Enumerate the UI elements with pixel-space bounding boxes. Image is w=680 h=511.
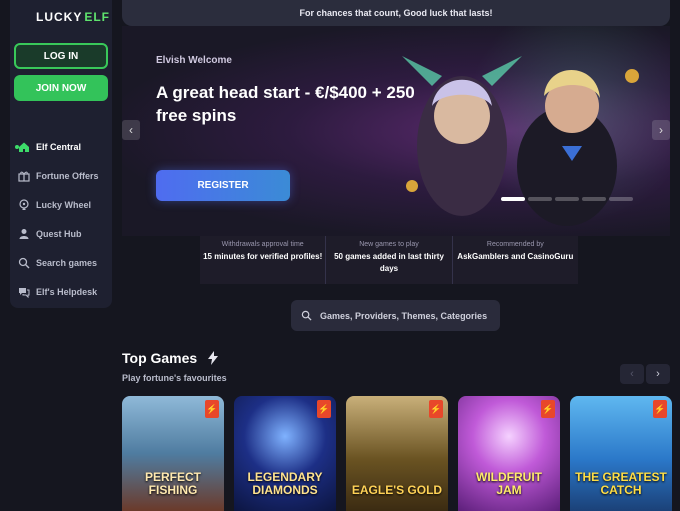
join-now-button[interactable]: JOIN NOW xyxy=(14,75,108,101)
hero-dot-1[interactable] xyxy=(501,197,525,201)
sidebar-item-label: Elf Central xyxy=(36,141,82,152)
hot-badge-icon: ⚡ xyxy=(205,400,219,418)
hero-banner[interactable]: Elvish Welcome A great head start - €/$4… xyxy=(122,26,670,236)
game-tile[interactable]: ⚡ WILDFRUIT JAM xyxy=(458,396,560,511)
hero-dot-4[interactable] xyxy=(582,197,606,201)
stat-withdrawals: Withdrawals approval time 15 minutes for… xyxy=(200,236,325,284)
sidebar-item-quest-hub[interactable]: Quest Hub xyxy=(18,219,112,248)
stat-label: Recommended by xyxy=(486,241,544,248)
sidebar-item-label: Fortune Offers xyxy=(36,170,99,181)
lightning-icon xyxy=(208,351,219,365)
game-title: EAGLE'S GOLD xyxy=(351,483,443,497)
hot-badge-icon: ⚡ xyxy=(653,400,667,418)
logo-text-elf: ELF xyxy=(84,10,111,24)
quest-icon xyxy=(18,228,30,240)
stat-value: 15 minutes for verified profiles! xyxy=(203,252,323,261)
hero-subtitle: Elvish Welcome xyxy=(156,55,232,66)
stat-label: Withdrawals approval time xyxy=(221,241,304,248)
sidebar-nav: Elf Central Fortune Offers Lucky Wheel Q… xyxy=(15,132,112,306)
section-title: Top Games xyxy=(122,350,198,366)
hot-badge-icon: ⚡ xyxy=(541,400,555,418)
stat-recommended: Recommended by AskGamblers and CasinoGur… xyxy=(451,236,578,284)
sidebar-item-label: Quest Hub xyxy=(36,228,82,239)
game-title: PERFECT FISHING xyxy=(144,470,201,497)
carousel-next-icon[interactable]: › xyxy=(646,364,670,384)
search-placeholder: Games, Providers, Themes, Categories xyxy=(320,310,488,321)
hero-next-arrow-icon[interactable]: › xyxy=(652,120,670,140)
game-tile[interactable]: ⚡ PERFECT FISHING xyxy=(122,396,224,511)
hero-title: A great head start - €/$400 + 250 free s… xyxy=(156,83,415,125)
hero-pagination xyxy=(501,197,633,201)
top-games-heading: Top Games xyxy=(122,350,221,366)
promo-notice-bar: For chances that count, Good luck that l… xyxy=(122,0,670,26)
sidebar-item-lucky-wheel[interactable]: Lucky Wheel xyxy=(18,190,112,219)
sidebar-item-label: Elf's Helpdesk xyxy=(36,286,98,297)
game-title: LEGENDARY DIAMONDS xyxy=(247,470,323,497)
wheel-icon xyxy=(18,198,30,211)
sidebar-item-helpdesk[interactable]: Elf's Helpdesk xyxy=(18,277,112,306)
helpdesk-icon xyxy=(18,286,30,298)
stats-strip: Withdrawals approval time 15 minutes for… xyxy=(200,236,578,284)
carousel-prev-icon[interactable]: ‹ xyxy=(620,364,644,384)
games-carousel: ⚡ PERFECT FISHING ⚡ LEGENDARY DIAMONDS ⚡… xyxy=(122,396,672,511)
game-title: WILDFRUIT JAM xyxy=(476,470,542,497)
login-button[interactable]: LOG IN xyxy=(14,43,108,69)
home-icon xyxy=(18,141,30,153)
game-tile[interactable]: ⚡ EAGLE'S GOLD xyxy=(346,396,448,511)
sidebar-item-label: Lucky Wheel xyxy=(36,199,92,210)
section-subtitle: Play fortune's favourites xyxy=(122,373,227,383)
logo-text-lucky: LUCKY xyxy=(36,10,83,24)
search-icon xyxy=(301,310,312,321)
search-input[interactable]: Games, Providers, Themes, Categories xyxy=(291,300,500,331)
sidebar-item-elf-central[interactable]: Elf Central xyxy=(15,132,112,161)
gift-icon xyxy=(18,170,30,182)
game-tile[interactable]: ⚡ LEGENDARY DIAMONDS xyxy=(234,396,336,511)
sidebar: LUCKY ELF LOG IN JOIN NOW Elf Central Fo… xyxy=(10,0,112,308)
sidebar-item-fortune-offers[interactable]: Fortune Offers xyxy=(18,161,112,190)
game-title: THE GREATEST CATCH xyxy=(575,470,667,497)
hero-dot-2[interactable] xyxy=(528,197,552,201)
register-button[interactable]: REGISTER xyxy=(156,170,290,201)
sidebar-item-label: Search games xyxy=(36,257,98,268)
hero-dot-3[interactable] xyxy=(555,197,579,201)
hot-badge-icon: ⚡ xyxy=(429,400,443,418)
active-indicator-dot xyxy=(15,144,19,149)
game-tile[interactable]: ⚡ THE GREATEST CATCH xyxy=(570,396,672,511)
stat-value: AskGamblers and CasinoGuru xyxy=(457,252,574,261)
search-icon xyxy=(18,257,30,269)
carousel-nav: ‹ › xyxy=(620,364,670,384)
stat-label: New games to play xyxy=(359,241,419,248)
stat-new-games: New games to play 50 games added in last… xyxy=(325,236,451,284)
hero-dot-5[interactable] xyxy=(609,197,633,201)
hero-prev-arrow-icon[interactable]: ‹ xyxy=(122,120,140,140)
hot-badge-icon: ⚡ xyxy=(317,400,331,418)
logo[interactable]: LUCKY ELF xyxy=(36,10,110,24)
sidebar-item-search-games[interactable]: Search games xyxy=(18,248,112,277)
stat-value: 50 games added in last thirty days xyxy=(334,252,444,273)
